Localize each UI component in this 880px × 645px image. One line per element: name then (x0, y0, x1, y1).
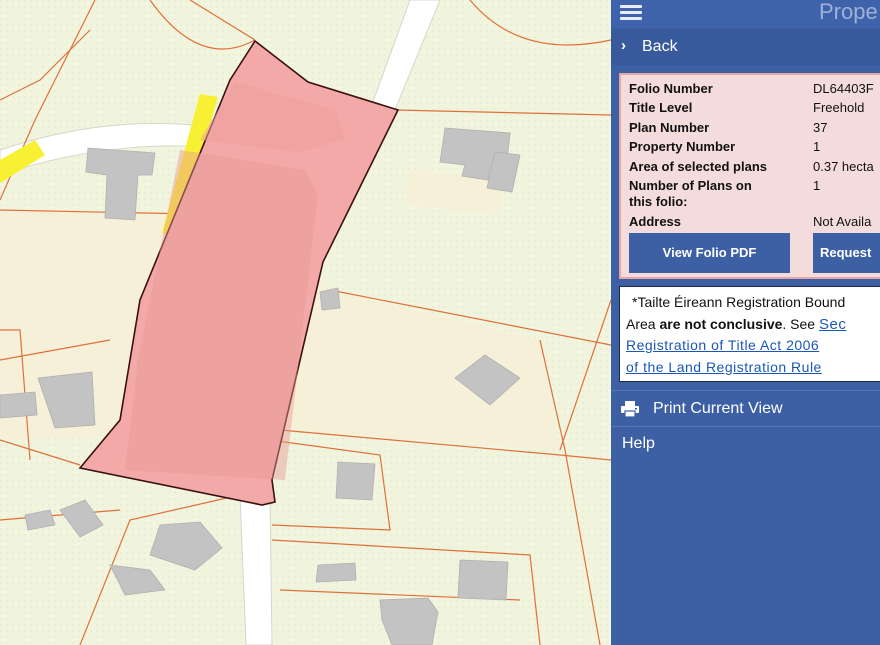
registration-act-link[interactable]: Registration of Title Act 2006 (626, 335, 819, 355)
address-label: Address (629, 214, 682, 229)
panel-header: Prope (611, 0, 880, 28)
plans-count-label-line2: this folio: (629, 194, 688, 209)
folio-number-value: DL64403F (813, 81, 874, 96)
disclaimer-line-2: Area are not conclusive. See Sec (626, 314, 846, 335)
section-link[interactable]: Sec (819, 316, 846, 333)
back-label: Back (642, 38, 678, 55)
plans-count-value: 1 (813, 178, 821, 193)
building (315, 562, 357, 583)
map-canvas[interactable] (0, 0, 611, 645)
print-current-view-button[interactable]: Print Current View (611, 392, 880, 426)
plans-count-label: Number of Plans on (629, 178, 752, 193)
property-number-value: 1 (813, 139, 821, 154)
help-label: Help (622, 435, 655, 452)
disclaimer-text: Area (626, 316, 660, 332)
divider (611, 426, 880, 427)
hamburger-menu-icon[interactable] (620, 3, 642, 21)
property-number-label: Property Number (629, 139, 736, 154)
building (319, 287, 341, 311)
building (335, 461, 376, 501)
property-info-card: Folio Number DL64403F Title Level Freeho… (619, 73, 880, 279)
printer-icon (621, 401, 639, 417)
view-folio-pdf-button[interactable]: View Folio PDF (629, 233, 790, 273)
plan-number-label: Plan Number (629, 120, 710, 135)
side-panel: Prope › Back Folio Number DL64403F Title… (611, 0, 880, 645)
disclaimer-emphasis: are not conclusive (659, 316, 783, 332)
disclaimer-box: *Tailte Éireann Registration Bound Area … (619, 286, 880, 382)
road (239, 494, 273, 645)
request-button[interactable]: Request (813, 233, 880, 273)
print-label: Print Current View (653, 400, 783, 417)
area-value: 0.37 hecta (813, 159, 874, 174)
chevron-right-icon: › (621, 37, 626, 54)
disclaimer-text: . See (782, 316, 819, 332)
title-level-value: Freehold (813, 100, 865, 115)
land-registration-rules-link[interactable]: of the Land Registration Rule (626, 357, 822, 377)
building (0, 391, 38, 419)
address-value: Not Availa (813, 214, 872, 229)
disclaimer-line-1: *Tailte Éireann Registration Bound (632, 294, 846, 310)
building (457, 559, 509, 601)
plan-number-value: 37 (813, 120, 828, 135)
back-button[interactable]: › Back (611, 29, 880, 65)
area-label: Area of selected plans (629, 159, 767, 174)
folio-number-label: Folio Number (629, 81, 713, 96)
panel-title: Prope (819, 0, 878, 24)
divider (611, 390, 880, 391)
title-level-label: Title Level (629, 100, 693, 115)
map-view[interactable] (0, 0, 611, 645)
help-button[interactable]: Help (611, 428, 880, 460)
